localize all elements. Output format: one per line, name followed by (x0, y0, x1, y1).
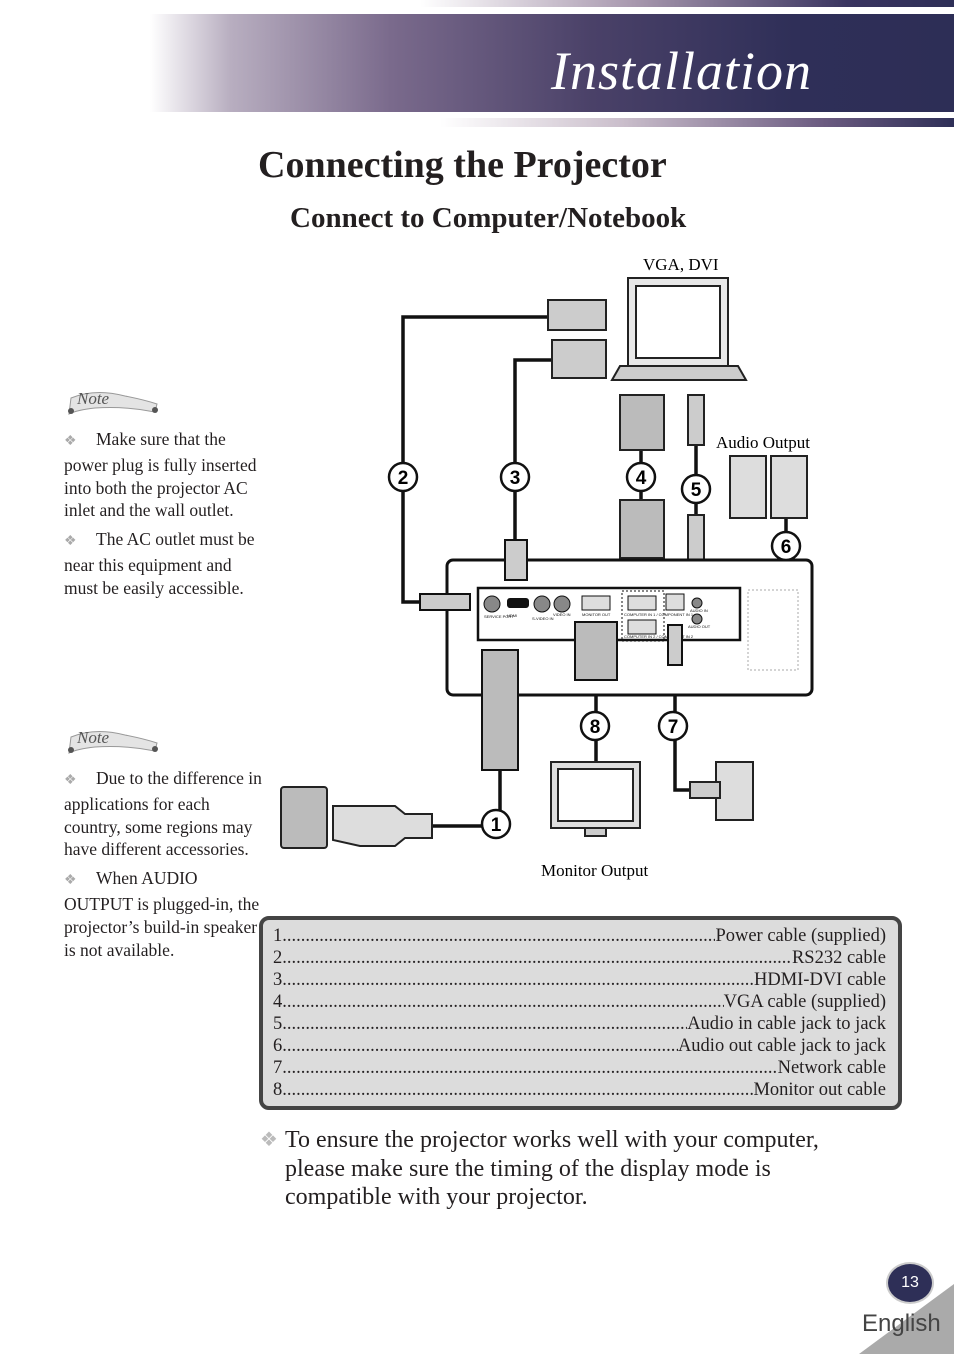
audio-output-label: Audio Output (716, 433, 810, 452)
leader-dots (282, 947, 792, 969)
cable-list-item: 5 Audio in cable jack to jack (273, 1013, 886, 1035)
leader-dots (282, 1057, 777, 1079)
svg-text:COMPUTER IN 1 / COMPONENT IN 1: COMPUTER IN 1 / COMPONENT IN 1 (624, 612, 694, 617)
cable-number: 5 (273, 1014, 283, 1034)
audio-jack-icon (687, 514, 705, 566)
cable-number: 1 (273, 926, 283, 946)
network-wall-jack-icon (715, 761, 754, 821)
cable-number: 4 (273, 992, 283, 1012)
leader-dots (282, 1035, 678, 1057)
leader-dots (282, 1079, 753, 1101)
cable-number: 7 (273, 1058, 283, 1078)
callout-number: 4 (636, 468, 647, 489)
cable-list-item: 7 Network cable (273, 1057, 886, 1079)
speaker-icon (770, 455, 808, 519)
hdmi-dvi-cable (513, 358, 555, 545)
dvi-connector-icon (547, 299, 607, 331)
cable-list-item: 1 Power cable (supplied) (273, 925, 886, 947)
hdmi-connector-icon (551, 339, 607, 379)
svg-text:HDMI: HDMI (507, 613, 517, 618)
vga-plug-icon (619, 499, 665, 559)
cable-list-item: 4 VGA cable (supplied) (273, 991, 886, 1013)
callout-number: 7 (668, 717, 679, 738)
cable-list-item: 2 RS232 cable (273, 947, 886, 969)
compatibility-tip: ❖ To ensure the projector works well wit… (260, 1127, 819, 1210)
cable-name: VGA cable (supplied) (723, 992, 886, 1012)
svg-text:COMPUTER IN 2 / COMPONENT IN 2: COMPUTER IN 2 / COMPONENT IN 2 (624, 634, 694, 639)
cable-number: 3 (273, 970, 283, 990)
vga-plug-icon (574, 621, 618, 681)
callout-number: 6 (781, 537, 792, 558)
callout-number: 5 (691, 480, 702, 501)
leader-dots (282, 1013, 687, 1035)
leader-dots (282, 925, 715, 947)
cable-list-item: 8 Monitor out cable (273, 1079, 886, 1101)
wall-outlet-icon (280, 786, 328, 849)
leader-dots (282, 991, 723, 1013)
cable-name: Network cable (777, 1058, 886, 1078)
callout-number: 3 (510, 468, 521, 489)
network-plug-icon (667, 624, 683, 666)
cable-number: 2 (273, 948, 283, 968)
audio-jack-icon (687, 394, 705, 446)
cable-name: Monitor out cable (753, 1080, 886, 1100)
cable-name: RS232 cable (791, 948, 886, 968)
cable-number: 6 (273, 1036, 283, 1056)
ac-plug-icon (332, 805, 433, 847)
hdmi-plug-icon (504, 539, 528, 581)
svg-text:MONITOR OUT: MONITOR OUT (582, 612, 611, 617)
cable-name: Power cable (supplied) (715, 926, 886, 946)
power-plug-icon (481, 649, 519, 771)
laptop-icon (610, 277, 748, 381)
vga-dvi-label: VGA, DVI (643, 255, 719, 274)
svg-text:VIDEO IN: VIDEO IN (553, 612, 571, 617)
svg-text:AUDIO IN: AUDIO IN (690, 608, 708, 613)
vga-plug-icon (619, 394, 665, 451)
network-plug-icon (689, 781, 721, 799)
speaker-icon (729, 455, 767, 519)
cable-list-item: 3 HDMI-DVI cable (273, 969, 886, 991)
cable-name: Audio out cable jack to jack (677, 1036, 886, 1056)
cable-name: HDMI-DVI cable (753, 970, 886, 990)
rs232-plug-icon (419, 593, 471, 611)
connection-diagram: VGA, DVI Audio Output SERVICE PORT HDMI … (280, 255, 814, 880)
monitor-output-label: Monitor Output (541, 861, 648, 880)
cable-number: 8 (273, 1080, 283, 1100)
callout-number: 2 (398, 468, 409, 489)
monitor-icon (550, 761, 641, 837)
svg-text:AUDIO OUT: AUDIO OUT (688, 624, 711, 629)
svg-text:S-VIDEO IN: S-VIDEO IN (532, 616, 554, 621)
cable-list: 1 Power cable (supplied) 2 RS232 cable 3 HDMI… (259, 916, 902, 1110)
leader-dots (282, 969, 754, 991)
callout-number: 1 (491, 815, 502, 836)
language-label: English (862, 1310, 941, 1337)
cable-list-item: 6 Audio out cable jack to jack (273, 1035, 886, 1057)
bullet-icon: ❖ (260, 1129, 278, 1151)
cable-name: Audio in cable jack to jack (687, 1014, 886, 1034)
callout-number: 8 (590, 717, 601, 738)
page-number: 13 (888, 1264, 932, 1302)
